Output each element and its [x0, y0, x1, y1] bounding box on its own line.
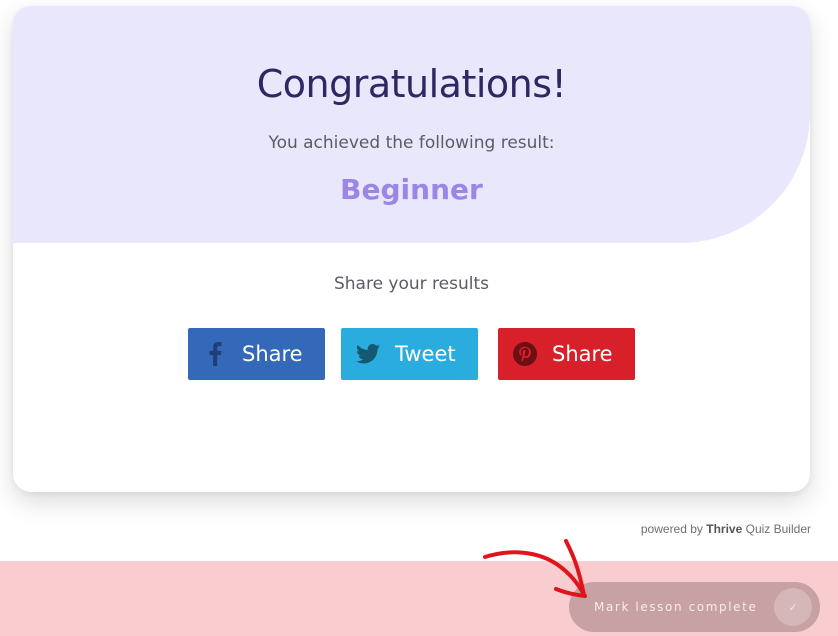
pinterest-share-button[interactable]: Share — [498, 328, 635, 380]
mark-lesson-complete-button[interactable]: Mark lesson complete ✓ — [569, 582, 820, 632]
result-card: Congratulations! You achieved the follow… — [13, 6, 810, 492]
twitter-tweet-label: Tweet — [395, 342, 456, 366]
result-hero — [13, 6, 810, 243]
mark-lesson-complete-label: Mark lesson complete — [594, 600, 758, 614]
result-subtitle: You achieved the following result: — [268, 133, 555, 153]
powered-by-product: Quiz Builder — [745, 522, 811, 536]
twitter-icon — [341, 328, 395, 380]
annotation-arrow-icon — [483, 539, 587, 598]
powered-by-brand: Thrive — [706, 522, 743, 536]
result-value: Beginner — [340, 173, 483, 206]
facebook-share-button[interactable]: Share — [188, 328, 325, 380]
facebook-icon — [188, 328, 242, 380]
check-icon: ✓ — [774, 588, 812, 626]
quiz-result-page: Congratulations! You achieved the follow… — [0, 0, 838, 636]
powered-by-prefix: powered by — [640, 522, 703, 536]
share-heading: Share your results — [333, 274, 490, 294]
powered-by-credit[interactable]: powered by Thrive Quiz Builder — [641, 522, 811, 536]
page-title: Congratulations! — [256, 62, 567, 106]
facebook-share-label: Share — [242, 342, 303, 366]
pinterest-icon — [498, 328, 552, 380]
twitter-tweet-button[interactable]: Tweet — [341, 328, 478, 380]
pinterest-share-label: Share — [552, 342, 613, 366]
